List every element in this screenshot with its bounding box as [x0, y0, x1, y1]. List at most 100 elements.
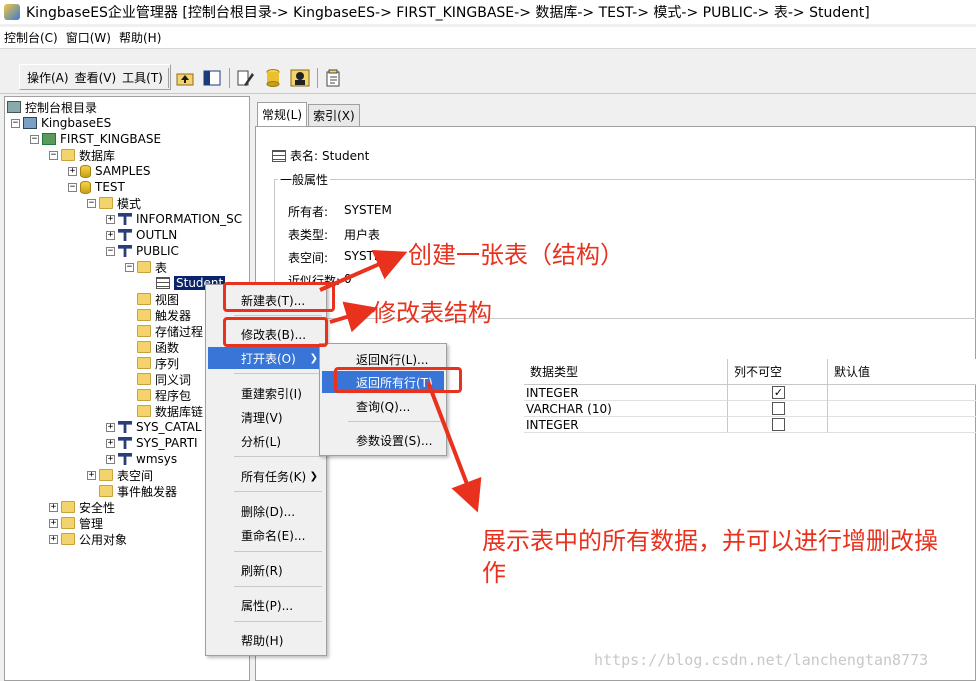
kingbase-icon — [23, 117, 37, 129]
highlight-return-all-rows — [334, 367, 462, 393]
tree-node-tables[interactable]: − 表 — [125, 259, 167, 275]
tree-node-information-schema[interactable]: + INFORMATION_SC — [106, 211, 242, 227]
tree-node-samples[interactable]: + SAMPLES — [68, 163, 151, 179]
tree-node-functions[interactable]: 函数 — [137, 339, 179, 355]
group-title: 一般属性 — [278, 171, 331, 188]
toolbar-view-menu[interactable]: 查看(V) — [75, 69, 117, 86]
collapse-icon[interactable]: − — [106, 246, 115, 256]
tree-node-schemas[interactable]: − 模式 — [87, 195, 141, 211]
menu-properties[interactable]: 属性(P)... — [208, 594, 324, 616]
submenu-param-settings[interactable]: 参数设置(S)... — [322, 429, 444, 451]
menu-help[interactable]: 帮助(H) — [208, 629, 324, 651]
expand-icon[interactable]: + — [87, 470, 96, 480]
menu-help[interactable]: 帮助(H) — [119, 29, 161, 46]
title-bar: KingbaseES企业管理器 [控制台根目录-> KingbaseES-> F… — [0, 0, 976, 24]
menu-console[interactable]: 控制台(C) — [4, 29, 58, 46]
expand-icon[interactable]: + — [106, 438, 115, 448]
table-row[interactable]: INTEGER — [524, 417, 728, 433]
tree-node-sys-catalog[interactable]: + SYS_CATAL — [106, 419, 202, 435]
tree-node-sequences[interactable]: 序列 — [137, 355, 179, 371]
tree-node-kingbase[interactable]: − KingbaseES — [11, 115, 111, 131]
type-value: 用户表 — [344, 228, 381, 242]
notnull-cell[interactable] — [728, 417, 828, 433]
menu-separator — [234, 621, 322, 622]
toolbar-tools-menu[interactable]: 工具(T) — [122, 69, 163, 86]
collapse-icon[interactable]: − — [87, 198, 96, 208]
collapse-icon[interactable]: − — [49, 150, 58, 160]
highlight-modify-table — [223, 317, 328, 347]
expand-icon[interactable]: + — [49, 502, 58, 512]
column-header-notnull[interactable]: 列不可空 — [728, 359, 828, 385]
expand-icon[interactable]: + — [106, 230, 115, 240]
properties-icon[interactable] — [324, 69, 344, 87]
default-cell[interactable] — [828, 417, 976, 433]
tree-node-procedures[interactable]: 存储过程 — [137, 323, 203, 339]
tree-node-packages[interactable]: 程序包 — [137, 387, 191, 403]
tree-node-public[interactable]: − PUBLIC — [106, 243, 179, 259]
expand-icon[interactable]: + — [49, 534, 58, 544]
column-header-default[interactable]: 默认值 — [828, 359, 976, 385]
menu-separator — [348, 421, 442, 422]
table-row[interactable]: INTEGER — [524, 385, 728, 401]
expand-icon[interactable]: + — [68, 166, 77, 176]
owner-value: SYSTEM — [344, 203, 392, 217]
menu-all-tasks[interactable]: 所有任务(K) ❯ — [208, 465, 324, 487]
notnull-checkbox[interactable] — [772, 418, 785, 431]
menu-rename[interactable]: 重命名(E)... — [208, 524, 324, 546]
tree-node-management[interactable]: + 管理 — [49, 515, 103, 531]
tree-node-views[interactable]: 视图 — [137, 291, 179, 307]
tree-node-synonyms[interactable]: 同义词 — [137, 371, 191, 387]
tree-node-sys-partition[interactable]: + SYS_PARTI — [106, 435, 198, 451]
tree-node-public-objects[interactable]: + 公用对象 — [49, 531, 127, 547]
folder-icon — [137, 389, 151, 401]
tree-node-db-links[interactable]: 数据库链 — [137, 403, 203, 419]
tree-node-wmsys[interactable]: + wmsys — [106, 451, 177, 467]
default-cell[interactable] — [828, 401, 976, 417]
expand-icon[interactable]: + — [49, 518, 58, 528]
menu-delete[interactable]: 删除(D)... — [208, 500, 324, 522]
show-hide-tree-icon[interactable] — [202, 69, 222, 87]
tree-node-event-triggers[interactable]: 事件触发器 — [99, 483, 177, 499]
table-row[interactable]: VARCHAR (10) — [524, 401, 728, 417]
collapse-icon[interactable]: − — [68, 182, 77, 192]
database-icon[interactable] — [263, 69, 283, 87]
toolbar-action-menu[interactable]: 操作(A) — [27, 69, 69, 86]
up-folder-icon[interactable] — [175, 69, 195, 87]
annotation-modify-structure: 修改表结构 — [372, 299, 492, 327]
tree-node-databases[interactable]: − 数据库 — [49, 147, 115, 163]
user-security-icon[interactable] — [290, 69, 310, 87]
expand-icon[interactable]: + — [106, 422, 115, 432]
collapse-icon[interactable]: − — [30, 134, 39, 144]
submenu-arrow-icon: ❯ — [309, 352, 318, 364]
menu-clean[interactable]: 清理(V) — [208, 406, 324, 428]
collapse-icon[interactable]: − — [11, 118, 20, 128]
tree-node-outln[interactable]: + OUTLN — [106, 227, 177, 243]
tree-node-security[interactable]: + 安全性 — [49, 499, 115, 515]
tree-node-triggers[interactable]: 触发器 — [137, 307, 191, 323]
menu-bar: 控制台(C) 窗口(W) 帮助(H) — [0, 27, 976, 49]
toolbar-separator — [229, 68, 230, 88]
tab-indexes[interactable]: 索引(X) — [308, 104, 360, 126]
sql-editor-icon[interactable] — [236, 69, 256, 87]
notnull-checkbox[interactable] — [772, 402, 785, 415]
expand-icon[interactable]: + — [106, 454, 115, 464]
tree-node-test[interactable]: − TEST — [68, 179, 125, 195]
submenu-query[interactable]: 查询(Q)... — [322, 395, 444, 417]
notnull-cell[interactable]: ✓ — [728, 385, 828, 401]
expand-icon[interactable]: + — [106, 214, 115, 224]
menu-rebuild-index[interactable]: 重建索引(I) — [208, 382, 324, 404]
folder-icon — [137, 373, 151, 385]
column-header-datatype[interactable]: 数据类型 — [524, 359, 728, 385]
menu-analyze[interactable]: 分析(L) — [208, 430, 324, 452]
menu-refresh[interactable]: 刷新(R) — [208, 559, 324, 581]
tree-node-server[interactable]: − FIRST_KINGBASE — [30, 131, 161, 147]
tab-general[interactable]: 常规(L) — [257, 102, 308, 126]
notnull-cell[interactable] — [728, 401, 828, 417]
tree-node-tablespaces[interactable]: + 表空间 — [87, 467, 153, 483]
tree-node-root[interactable]: 控制台根目录 — [7, 99, 97, 115]
menu-open-table[interactable]: 打开表(O) ❯ — [208, 347, 324, 369]
menu-window[interactable]: 窗口(W) — [66, 29, 111, 46]
default-cell[interactable] — [828, 385, 976, 401]
notnull-checkbox[interactable]: ✓ — [772, 386, 785, 399]
collapse-icon[interactable]: − — [125, 262, 134, 272]
